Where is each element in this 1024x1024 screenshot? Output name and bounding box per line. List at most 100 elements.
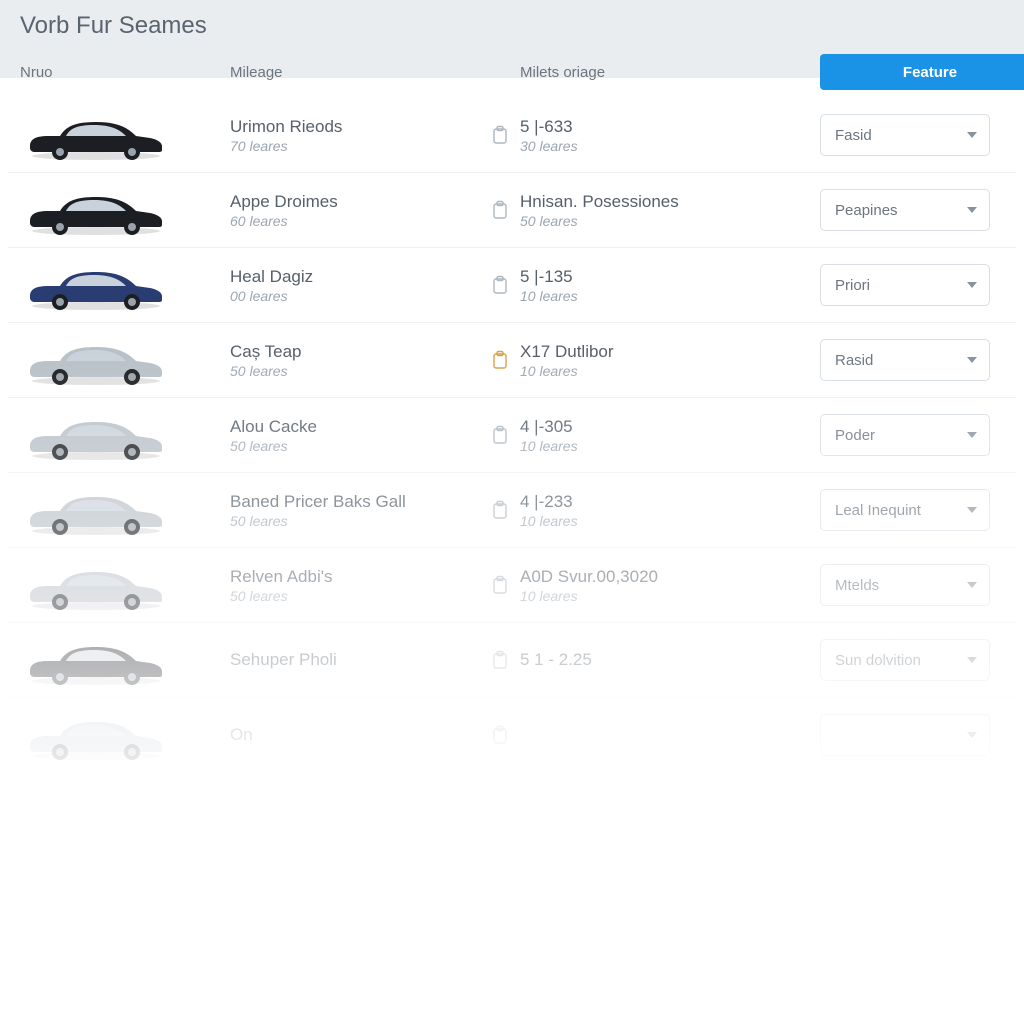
feature-select[interactable]: Fasid <box>820 114 990 156</box>
table-row: Sehuper Pholi 5 1 - 2.25 Sun dolvition <box>8 623 1016 698</box>
mileage-sub: 50 leares <box>230 513 480 529</box>
origin-cell: 5 |-63330 leares <box>520 116 820 153</box>
chevron-down-icon <box>967 732 977 738</box>
mileage-cell: Urimon Rieods70 leares <box>230 116 480 153</box>
mileage-main: Caș Teap <box>230 341 480 362</box>
chevron-down-icon <box>967 282 977 288</box>
mileage-cell: Heal Dagiz00 leares <box>230 266 480 303</box>
feature-select-value: Priori <box>835 277 870 294</box>
feature-select[interactable]: Priori <box>820 264 990 306</box>
vehicle-thumb <box>20 483 170 537</box>
mileage-cell: Appe Droimes60 leares <box>230 191 480 228</box>
vehicle-thumb <box>20 408 170 462</box>
clipboard-icon <box>480 125 520 145</box>
clipboard-icon <box>480 650 520 670</box>
feature-button[interactable]: Feature <box>820 54 1024 90</box>
vehicle-thumb <box>20 183 170 237</box>
origin-main: 5 |-135 <box>520 266 820 287</box>
mileage-main: Heal Dagiz <box>230 266 480 287</box>
feature-select[interactable] <box>820 714 990 756</box>
page-title: Vorb Fur Seames <box>8 8 1016 54</box>
mileage-main: Baned Pricer Baks Gall <box>230 491 480 512</box>
feature-select-value: Peapines <box>835 202 898 219</box>
feature-select-value: Mtelds <box>835 577 879 594</box>
col-head-mileage: Mileage <box>230 64 520 81</box>
mileage-sub: 70 leares <box>230 138 480 154</box>
vehicle-thumb <box>20 258 170 312</box>
mileage-sub: 60 leares <box>230 213 480 229</box>
table-row: Baned Pricer Baks Gall50 leares 4 |-23310… <box>8 473 1016 548</box>
mileage-sub: 00 leares <box>230 288 480 304</box>
origin-cell: 5 |-13510 leares <box>520 266 820 303</box>
clipboard-icon <box>480 275 520 295</box>
origin-sub: 10 leares <box>520 438 820 454</box>
table-row: On <box>8 698 1016 773</box>
feature-select[interactable]: Sun dolvition <box>820 639 990 681</box>
origin-main: 4 |-305 <box>520 416 820 437</box>
feature-select-value: Rasid <box>835 352 873 369</box>
origin-main: A0D Svur.00,3020 <box>520 566 820 587</box>
feature-select-value: Sun dolvition <box>835 652 921 669</box>
origin-sub: 10 leares <box>520 363 820 379</box>
feature-select[interactable]: Mtelds <box>820 564 990 606</box>
vehicle-thumb <box>20 108 170 162</box>
feature-select[interactable]: Leal Inequint <box>820 489 990 531</box>
mileage-sub: 50 leares <box>230 363 480 379</box>
mileage-main: On <box>230 724 480 745</box>
table-row: Appe Droimes60 leares Hnisan. Posessiones… <box>8 173 1016 248</box>
mileage-cell: Alou Cacke50 leares <box>230 416 480 453</box>
chevron-down-icon <box>967 582 977 588</box>
origin-sub: 50 leares <box>520 213 820 229</box>
clipboard-icon <box>480 575 520 595</box>
origin-cell: 4 |-30510 leares <box>520 416 820 453</box>
table-row: Alou Cacke50 leares 4 |-30510 leares Poder <box>8 398 1016 473</box>
mileage-cell: Sehuper Pholi <box>230 649 480 670</box>
table-row: Urimon Rieods70 leares 5 |-63330 leares Fa… <box>8 98 1016 173</box>
mileage-main: Urimon Rieods <box>230 116 480 137</box>
vehicle-thumb <box>20 633 170 687</box>
chevron-down-icon <box>967 132 977 138</box>
origin-cell: 4 |-23310 leares <box>520 491 820 528</box>
origin-main: 4 |-233 <box>520 491 820 512</box>
badge-icon <box>480 350 520 370</box>
origin-sub: 10 leares <box>520 288 820 304</box>
origin-cell: 5 1 - 2.25 <box>520 649 820 670</box>
clipboard-icon <box>480 725 520 745</box>
origin-main: 5 1 - 2.25 <box>520 649 820 670</box>
mileage-main: Appe Droimes <box>230 191 480 212</box>
mileage-sub: 50 leares <box>230 588 480 604</box>
mileage-main: Relven Adbi's <box>230 566 480 587</box>
feature-select-value: Leal Inequint <box>835 502 921 519</box>
vehicle-thumb <box>20 558 170 612</box>
feature-select[interactable]: Poder <box>820 414 990 456</box>
mileage-main: Sehuper Pholi <box>230 649 480 670</box>
mileage-cell: On <box>230 724 480 745</box>
vehicle-thumb <box>20 333 170 387</box>
col-head-nruo: Nruo <box>20 64 230 81</box>
mileage-cell: Relven Adbi's50 leares <box>230 566 480 603</box>
feature-select-value: Fasid <box>835 127 872 144</box>
mileage-main: Alou Cacke <box>230 416 480 437</box>
clipboard-icon <box>480 200 520 220</box>
feature-select-value: Poder <box>835 427 875 444</box>
table-row: Relven Adbi's50 leares A0D Svur.00,302010… <box>8 548 1016 623</box>
origin-sub: 30 leares <box>520 138 820 154</box>
vehicle-list: Urimon Rieods70 leares 5 |-63330 leares Fa… <box>8 98 1016 773</box>
table-row: Heal Dagiz00 leares 5 |-13510 leares Prior… <box>8 248 1016 323</box>
feature-select[interactable]: Peapines <box>820 189 990 231</box>
chevron-down-icon <box>967 357 977 363</box>
origin-cell: X17 Dutlibor10 leares <box>520 341 820 378</box>
origin-main: 5 |-633 <box>520 116 820 137</box>
chevron-down-icon <box>967 507 977 513</box>
origin-cell: A0D Svur.00,302010 leares <box>520 566 820 603</box>
chevron-down-icon <box>967 432 977 438</box>
column-header-row: Nruo Mileage Milets oriage Feature <box>8 54 1016 90</box>
clipboard-icon <box>480 500 520 520</box>
origin-cell: Hnisan. Posessiones50 leares <box>520 191 820 228</box>
chevron-down-icon <box>967 207 977 213</box>
chevron-down-icon <box>967 657 977 663</box>
col-head-milets-oriage: Milets oriage <box>520 64 820 81</box>
origin-main: Hnisan. Posessiones <box>520 191 820 212</box>
feature-select[interactable]: Rasid <box>820 339 990 381</box>
origin-sub: 10 leares <box>520 513 820 529</box>
